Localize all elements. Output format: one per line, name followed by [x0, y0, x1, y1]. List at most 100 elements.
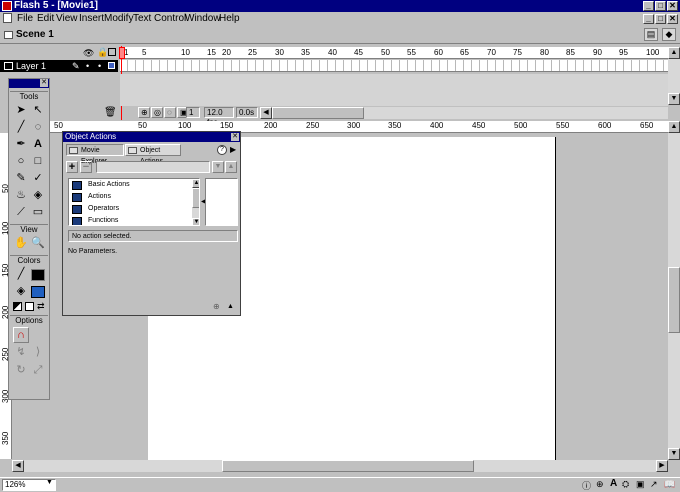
subselect-tool-icon[interactable]: ↖: [30, 103, 46, 119]
edit-scene-icon[interactable]: ▤: [644, 28, 658, 41]
list-scroll-down-icon[interactable]: ▼: [192, 218, 199, 225]
zoom-dropdown-icon[interactable]: ▼: [46, 479, 53, 486]
brush-tool-icon[interactable]: ✓: [30, 171, 46, 187]
timeline-scroll-down-icon[interactable]: ▼: [668, 93, 680, 105]
paint-bucket-tool-icon[interactable]: ◈: [30, 188, 46, 204]
close-button[interactable]: ✕: [667, 1, 678, 11]
fill-color-swatch[interactable]: [31, 286, 45, 298]
stage-vscroll[interactable]: ▲ ▼: [668, 121, 680, 460]
scroll-left-icon[interactable]: ◀: [12, 460, 24, 472]
no-color-icon[interactable]: [25, 302, 34, 311]
mixer-panel-icon[interactable]: ⊕: [596, 479, 604, 490]
book-icon: [72, 181, 82, 190]
tab-movie-explorer[interactable]: Movie Explorer: [66, 144, 124, 165]
list-scroll-thumb[interactable]: [192, 188, 199, 208]
rectangle-tool-icon[interactable]: □: [30, 154, 46, 170]
maximize-button[interactable]: □: [655, 1, 666, 11]
trash-icon[interactable]: 🗑: [104, 107, 117, 118]
actions-parameters: No Parameters.: [68, 248, 118, 255]
menu-modify[interactable]: Modify: [104, 12, 133, 25]
eraser-tool-icon[interactable]: ▭: [30, 205, 46, 221]
scroll-right-icon[interactable]: ▶: [656, 460, 668, 472]
timeline-scroll-left-icon[interactable]: ◀: [260, 107, 272, 119]
vscroll-thumb[interactable]: [668, 267, 680, 333]
playhead-knob[interactable]: [119, 47, 125, 59]
tools-close-icon[interactable]: ✕: [40, 79, 48, 87]
character-panel-icon[interactable]: A: [610, 478, 617, 489]
center-frame-icon[interactable]: ⊕: [138, 107, 150, 118]
scroll-up-icon[interactable]: ▲: [668, 121, 680, 133]
swap-colors-icon[interactable]: ⇄: [37, 301, 45, 312]
tools-title-bar[interactable]: ✕: [9, 79, 49, 88]
target-icon[interactable]: ⊕: [213, 302, 220, 311]
actions-title-bar[interactable]: Object Actions ✕: [63, 132, 240, 142]
scroll-down-icon[interactable]: ▼: [668, 448, 680, 460]
actions-script-area[interactable]: [205, 178, 238, 226]
oval-tool-icon[interactable]: ○: [13, 154, 29, 170]
actions-toolbox-list[interactable]: Basic Actions Actions Operators Function…: [68, 178, 200, 226]
frames-row[interactable]: [120, 60, 668, 72]
doc-minimize-button[interactable]: _: [643, 14, 654, 24]
default-colors-icon[interactable]: [13, 302, 22, 311]
timeline-hscroll-thumb[interactable]: [272, 107, 364, 119]
add-action-button[interactable]: +: [66, 161, 78, 173]
doc-restore-button[interactable]: □: [655, 14, 666, 24]
lock-icon[interactable]: 🔒: [97, 47, 108, 58]
info-panel-icon[interactable]: ⓘ: [582, 479, 591, 492]
dropper-tool-icon[interactable]: ⟋: [13, 205, 29, 221]
lock-dot-icon[interactable]: •: [98, 60, 101, 72]
menu-window[interactable]: Window: [185, 12, 221, 25]
zoom-tool-icon[interactable]: 🔍: [30, 236, 46, 252]
actions-list-scrollbar[interactable]: ▲ ▼: [192, 179, 199, 225]
library-icon[interactable]: 📖: [664, 479, 675, 490]
actions-panel-icon[interactable]: ↗: [650, 479, 658, 490]
menu-help[interactable]: Help: [219, 12, 240, 25]
menu-text[interactable]: Text: [133, 12, 151, 25]
layer-color-icon[interactable]: [108, 62, 115, 69]
stroke-color-icon[interactable]: ╱: [13, 267, 29, 283]
text-tool-icon[interactable]: A: [30, 137, 46, 153]
menu-file[interactable]: File: [17, 12, 33, 25]
onion-outline-icon[interactable]: ◌: [164, 107, 176, 118]
onion-skin-icon[interactable]: ◎: [151, 107, 163, 118]
timeline-vscroll[interactable]: ▲ ▼: [668, 47, 680, 105]
minimize-button[interactable]: _: [643, 1, 654, 11]
hand-tool-icon[interactable]: ✋: [13, 236, 29, 252]
tab-object-actions[interactable]: Object Actions: [125, 144, 181, 165]
list-item[interactable]: Functions: [70, 215, 188, 225]
outline-icon[interactable]: [108, 48, 116, 56]
help-icon[interactable]: ?: [217, 145, 227, 155]
layer-row[interactable]: Layer 1 ✎ • •: [0, 60, 118, 72]
list-item[interactable]: Operators: [70, 203, 188, 215]
timeline-scroll-up-icon[interactable]: ▲: [668, 47, 680, 59]
line-tool-icon[interactable]: ╱: [13, 120, 29, 136]
stroke-color-swatch[interactable]: [31, 269, 45, 281]
eye-icon[interactable]: 👁: [83, 48, 94, 59]
instance-panel-icon[interactable]: ⛭: [622, 479, 629, 490]
list-item[interactable]: Basic Actions: [70, 179, 188, 191]
pen-tool-icon[interactable]: ✒: [13, 137, 29, 153]
magnet-icon[interactable]: ∩: [13, 327, 29, 343]
list-item[interactable]: Actions: [70, 191, 188, 203]
doc-close-button[interactable]: ✕: [667, 14, 678, 24]
menu-edit[interactable]: Edit: [37, 12, 54, 25]
stage-hscroll[interactable]: ◀ ▶: [12, 460, 668, 472]
panel-menu-arrow-icon[interactable]: ▶: [230, 145, 236, 154]
menu-view[interactable]: View: [56, 12, 78, 25]
document-icon[interactable]: [3, 13, 12, 23]
visibility-dot-icon[interactable]: •: [86, 60, 89, 72]
lasso-tool-icon[interactable]: ◌: [30, 120, 46, 136]
hscroll-thumb[interactable]: [222, 460, 474, 472]
pencil-tool-icon[interactable]: ✎: [13, 171, 29, 187]
ink-bottle-tool-icon[interactable]: ♨: [13, 188, 29, 204]
arrow-tool-icon[interactable]: ➤: [13, 103, 29, 119]
collapse-icon[interactable]: ▲: [227, 303, 234, 310]
edit-symbols-icon[interactable]: ◆: [662, 28, 676, 41]
menu-control[interactable]: Control: [154, 12, 186, 25]
menu-insert[interactable]: Insert: [79, 12, 104, 25]
movie-explorer-icon[interactable]: ▣: [636, 479, 645, 490]
fill-color-icon[interactable]: ◈: [13, 284, 29, 300]
frame-number-header[interactable]: 1 5 10 15 20 25 30 35 40 45 50 55 60 65 …: [120, 47, 668, 59]
actions-close-icon[interactable]: ✕: [231, 133, 239, 141]
list-scroll-up-icon[interactable]: ▲: [192, 179, 199, 188]
